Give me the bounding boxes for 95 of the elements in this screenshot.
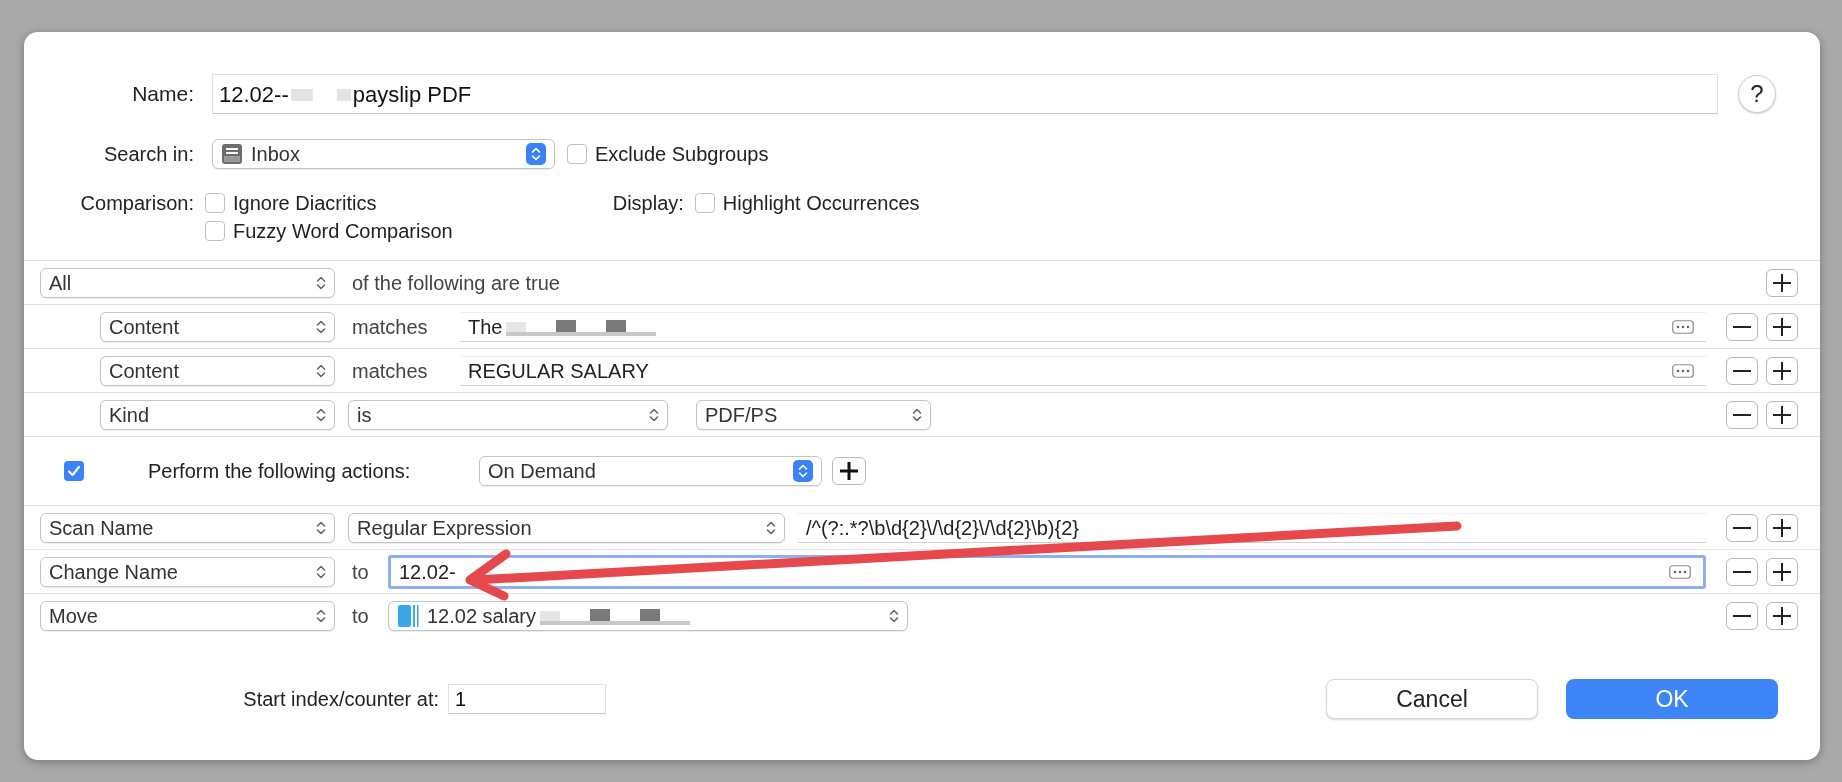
chevron-updown-icon xyxy=(316,519,326,536)
chevron-updown-icon xyxy=(889,607,899,624)
minus-icon xyxy=(1733,570,1751,573)
checkbox-label: Fuzzy Word Comparison xyxy=(233,219,453,244)
field-value: /^(?:.*?\b\d{2}\/\d{2}\/\d{2}\b){2} xyxy=(806,515,1079,541)
text-field[interactable]: REGULAR SALARY xyxy=(460,355,1706,386)
field-value: payslip PDF xyxy=(352,80,472,109)
popup-menu[interactable]: PDF/PS xyxy=(696,399,931,430)
actions-label: Perform the following actions: xyxy=(148,459,412,484)
ellipsis-icon[interactable] xyxy=(1669,564,1691,579)
ellipsis-icon[interactable] xyxy=(1672,363,1694,378)
plus-icon xyxy=(1773,273,1791,292)
checkbox[interactable] xyxy=(205,193,225,213)
field-value: 12.02- xyxy=(399,559,456,585)
chevron-updown-icon xyxy=(316,563,326,580)
book-icon xyxy=(397,603,419,628)
inbox-icon xyxy=(221,143,243,165)
help-button[interactable]: ? xyxy=(1738,75,1776,113)
add-button[interactable] xyxy=(1766,601,1798,630)
remove-button[interactable] xyxy=(1726,400,1758,429)
popup-menu[interactable]: 12.02 salary xyxy=(388,600,908,631)
minus-icon xyxy=(1733,526,1751,529)
minus-icon xyxy=(1733,614,1751,617)
plus-icon xyxy=(1773,405,1791,424)
popup-menu[interactable]: Regular Expression xyxy=(348,512,785,543)
operator-label: matches xyxy=(351,358,429,384)
connector-label: to xyxy=(351,559,370,585)
name-field[interactable]: 12.02-- payslip PDF xyxy=(212,74,1718,114)
plus-icon xyxy=(1773,606,1791,625)
add-button[interactable] xyxy=(1766,513,1798,542)
remove-button[interactable] xyxy=(1726,557,1758,586)
popup-menu[interactable]: Move xyxy=(40,600,335,631)
display-label: Display: xyxy=(612,191,684,216)
comparison-label: Comparison: xyxy=(79,191,194,216)
checkbox-label: Exclude Subgroups xyxy=(595,142,769,167)
text-field[interactable]: /^(?:.*?\b\d{2}\/\d{2}\/\d{2}\b){2} xyxy=(798,512,1706,543)
add-button[interactable] xyxy=(1766,557,1798,586)
add-button[interactable] xyxy=(1766,356,1798,385)
plus-icon xyxy=(1773,317,1791,336)
text-field[interactable]: The xyxy=(460,311,1706,342)
chevron-updown-icon xyxy=(316,362,326,379)
checkbox-label: Highlight Occurrences xyxy=(722,191,920,216)
popup-menu[interactable]: Change Name xyxy=(40,556,335,587)
remove-button[interactable] xyxy=(1726,513,1758,542)
name-label: Name: xyxy=(131,81,194,108)
chevron-updown-icon xyxy=(766,519,776,536)
popup-menu[interactable]: Content xyxy=(100,355,335,386)
field-value: 1 xyxy=(455,687,467,712)
checkbox-label: Ignore Diacritics xyxy=(233,191,377,216)
add-button[interactable] xyxy=(1766,400,1798,429)
connector-label: to xyxy=(351,603,370,629)
minus-icon xyxy=(1733,369,1751,372)
chevron-updown-icon xyxy=(798,463,808,479)
chevron-updown-icon xyxy=(649,406,659,423)
plus-icon xyxy=(1773,361,1791,380)
ok-button[interactable]: OK xyxy=(1566,679,1778,719)
popup-menu[interactable]: is xyxy=(348,399,668,430)
minus-icon xyxy=(1733,325,1751,328)
plus-icon xyxy=(1773,562,1791,581)
search-in-label: Search in: xyxy=(102,142,194,167)
popup-menu[interactable]: Scan Name xyxy=(40,512,335,543)
remove-button[interactable] xyxy=(1726,601,1758,630)
start-index-label: Start index/counter at: xyxy=(242,687,439,712)
chevron-updown-icon xyxy=(531,146,541,162)
add-button[interactable] xyxy=(1766,312,1798,341)
minus-icon xyxy=(1733,413,1751,416)
field-value: The xyxy=(468,314,503,340)
operator-label: matches xyxy=(351,314,429,340)
field-value: REGULAR SALARY xyxy=(468,358,649,384)
cancel-button[interactable]: Cancel xyxy=(1326,679,1538,719)
checkbox[interactable] xyxy=(567,144,587,164)
chevron-updown-icon xyxy=(912,406,922,423)
plus-icon xyxy=(1773,518,1791,537)
checkbox[interactable] xyxy=(64,461,84,481)
field-value: 12.02-- xyxy=(219,80,289,109)
checkmark-icon xyxy=(67,465,81,477)
popup-menu[interactable]: Content xyxy=(100,311,335,342)
add-button[interactable] xyxy=(1766,268,1798,297)
chevron-updown-icon xyxy=(316,607,326,624)
ellipsis-icon[interactable] xyxy=(1672,319,1694,334)
condition-summary: of the following are true xyxy=(352,270,561,296)
remove-button[interactable] xyxy=(1726,356,1758,385)
popup-menu[interactable]: Kind xyxy=(100,399,335,430)
checkbox[interactable] xyxy=(205,221,225,241)
popup-menu[interactable]: All xyxy=(40,267,335,298)
plus-icon xyxy=(840,462,858,480)
popup-menu[interactable]: Inbox xyxy=(212,139,555,169)
chevron-updown-icon xyxy=(316,318,326,335)
popup-menu[interactable]: On Demand xyxy=(479,456,822,486)
remove-button[interactable] xyxy=(1726,312,1758,341)
chevron-updown-icon xyxy=(316,274,326,291)
start-index-field[interactable]: 1 xyxy=(448,684,606,714)
checkbox[interactable] xyxy=(694,193,715,213)
add-button[interactable] xyxy=(832,457,866,485)
chevron-updown-icon xyxy=(316,406,326,423)
